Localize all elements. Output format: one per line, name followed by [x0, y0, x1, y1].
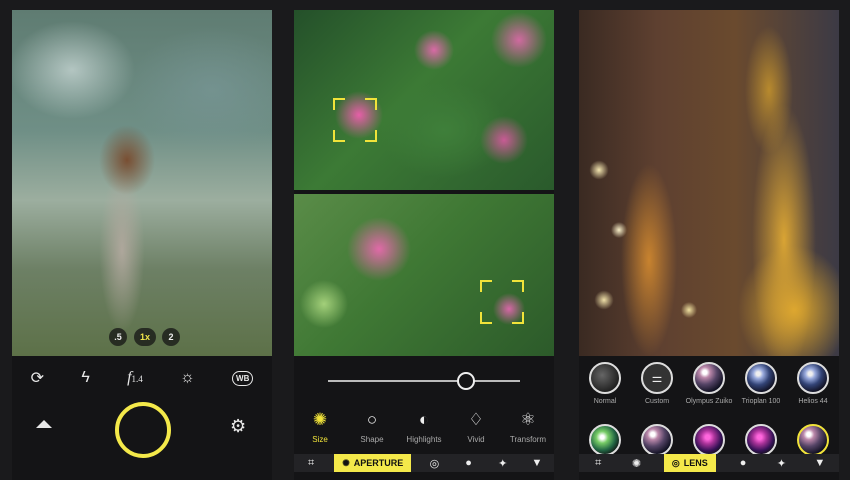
lens-list: Normal ⚌ Custom Olympus Zuiko Trioplan 1… [579, 362, 839, 405]
tab-lens[interactable]: ◎ LENS [663, 454, 716, 472]
expand-up-icon[interactable] [36, 420, 52, 428]
aperture-slider-track[interactable] [328, 380, 520, 382]
lens-helios-44[interactable]: Helios 44 [787, 362, 839, 405]
feature-bar: ⌗ ✺ ◎ LENS ● ✦ ▼ [579, 454, 839, 472]
lens-disc [745, 362, 777, 394]
aperture-icon: ✺ [342, 458, 350, 468]
lens-item-selected[interactable] [787, 424, 839, 456]
mode-highlights[interactable]: ◐ Highlights [398, 410, 450, 444]
lens-preview-photo[interactable] [579, 10, 839, 356]
aperture-icon[interactable]: ✺ [626, 457, 648, 470]
lens-disc [641, 424, 673, 456]
lens-disc [589, 362, 621, 394]
filter-icon[interactable]: ▼ [809, 457, 831, 469]
atom-icon: ⚛ [520, 410, 536, 429]
mode-label: Highlights [406, 435, 442, 444]
zoom-2x-button[interactable]: 2 [162, 328, 180, 346]
zoom-1x-button[interactable]: 1x [134, 328, 156, 346]
before-photo[interactable] [294, 10, 554, 190]
focus-box [333, 98, 377, 142]
lens-trioplan-100[interactable]: Trioplan 100 [735, 362, 787, 405]
aperture-icon: ✺ [312, 410, 328, 429]
mode-transform[interactable]: ⚛ Transform [502, 410, 554, 444]
crop-icon[interactable]: ⌗ [587, 457, 609, 470]
lens-normal[interactable]: Normal [579, 362, 631, 405]
lens-label: Olympus Zuiko [685, 398, 733, 405]
mode-size[interactable]: ✺ Size [294, 410, 346, 444]
settings-gear-icon[interactable]: ⚙ [230, 416, 246, 437]
zoom-half-button[interactable]: .5 [109, 328, 127, 346]
lens-item[interactable] [631, 424, 683, 456]
flash-off-icon[interactable]: ϟ [81, 369, 89, 387]
lens-disc [589, 424, 621, 456]
aperture-modes: ✺ Size ○ Shape ◐ Highlights ♢ Vivid ⚛ Tr… [294, 410, 554, 444]
lens-label: Normal [593, 398, 617, 405]
aperture-panel: ✺ Size ○ Shape ◐ Highlights ♢ Vivid ⚛ Tr… [294, 10, 554, 480]
exposure-icon[interactable]: ☼ [180, 369, 195, 387]
aperture-slider-knob[interactable] [457, 372, 476, 390]
lens-icon: ◎ [671, 458, 680, 468]
highlights-icon: ◐ [418, 410, 430, 429]
mode-label: Size [312, 435, 328, 444]
camera-toolbar: ⟳ ϟ f1.4 ☼ WB [12, 366, 272, 390]
lens-item[interactable] [579, 424, 631, 456]
lens-olympus-zuiko[interactable]: Olympus Zuiko [683, 362, 735, 405]
mode-label: Transform [509, 435, 547, 444]
lens-label: Helios 44 [798, 398, 828, 405]
mode-shape[interactable]: ○ Shape [346, 410, 398, 444]
after-photo[interactable] [294, 194, 554, 356]
magic-wand-icon[interactable]: ✦ [770, 457, 792, 470]
lens-label: Trioplan 100 [741, 398, 781, 405]
focus-box [480, 280, 524, 324]
lens-disc [797, 362, 829, 394]
rotate-camera-icon[interactable]: ⟳ [31, 368, 44, 388]
fstop-value: 1.4 [131, 374, 143, 384]
lens-disc [693, 424, 725, 456]
lens-disc [693, 362, 725, 394]
lens-icon[interactable]: ◎ [423, 457, 445, 470]
lens-list-row2 [579, 424, 839, 456]
tab-label: APERTURE [353, 458, 404, 468]
tab-label: LENS [683, 458, 708, 468]
lens-panel: Normal ⚌ Custom Olympus Zuiko Trioplan 1… [579, 10, 839, 480]
lens-item[interactable] [683, 424, 735, 456]
lens-custom[interactable]: ⚌ Custom [631, 362, 683, 405]
lens-item[interactable] [735, 424, 787, 456]
white-balance-icon[interactable]: WB [232, 370, 254, 386]
filter-icon[interactable]: ▼ [526, 457, 548, 469]
light-bulb-icon[interactable]: ● [732, 457, 754, 469]
shutter-button[interactable] [115, 402, 171, 458]
lens-disc [797, 424, 829, 456]
paint-bucket-icon: ♢ [468, 410, 484, 429]
feature-bar: ⌗ ✺ APERTURE ◎ ● ✦ ▼ [294, 454, 554, 472]
mode-vivid[interactable]: ♢ Vivid [450, 410, 502, 444]
aperture-fstop-icon[interactable]: f1.4 [127, 369, 143, 387]
mode-label: Shape [360, 435, 384, 444]
sliders-icon: ⚌ [641, 362, 673, 394]
lens-label: Custom [644, 398, 670, 405]
light-bulb-icon[interactable]: ● [458, 457, 480, 469]
circle-icon: ○ [366, 410, 378, 429]
magic-wand-icon[interactable]: ✦ [492, 457, 514, 470]
lens-disc [745, 424, 777, 456]
camera-panel: .5 1x 2 ⟳ ϟ f1.4 ☼ WB ⚙ [12, 10, 272, 480]
crop-icon[interactable]: ⌗ [300, 457, 322, 470]
viewfinder-photo[interactable] [12, 10, 272, 356]
mode-label: Vivid [467, 435, 485, 444]
tab-aperture[interactable]: ✺ APERTURE [334, 454, 412, 472]
